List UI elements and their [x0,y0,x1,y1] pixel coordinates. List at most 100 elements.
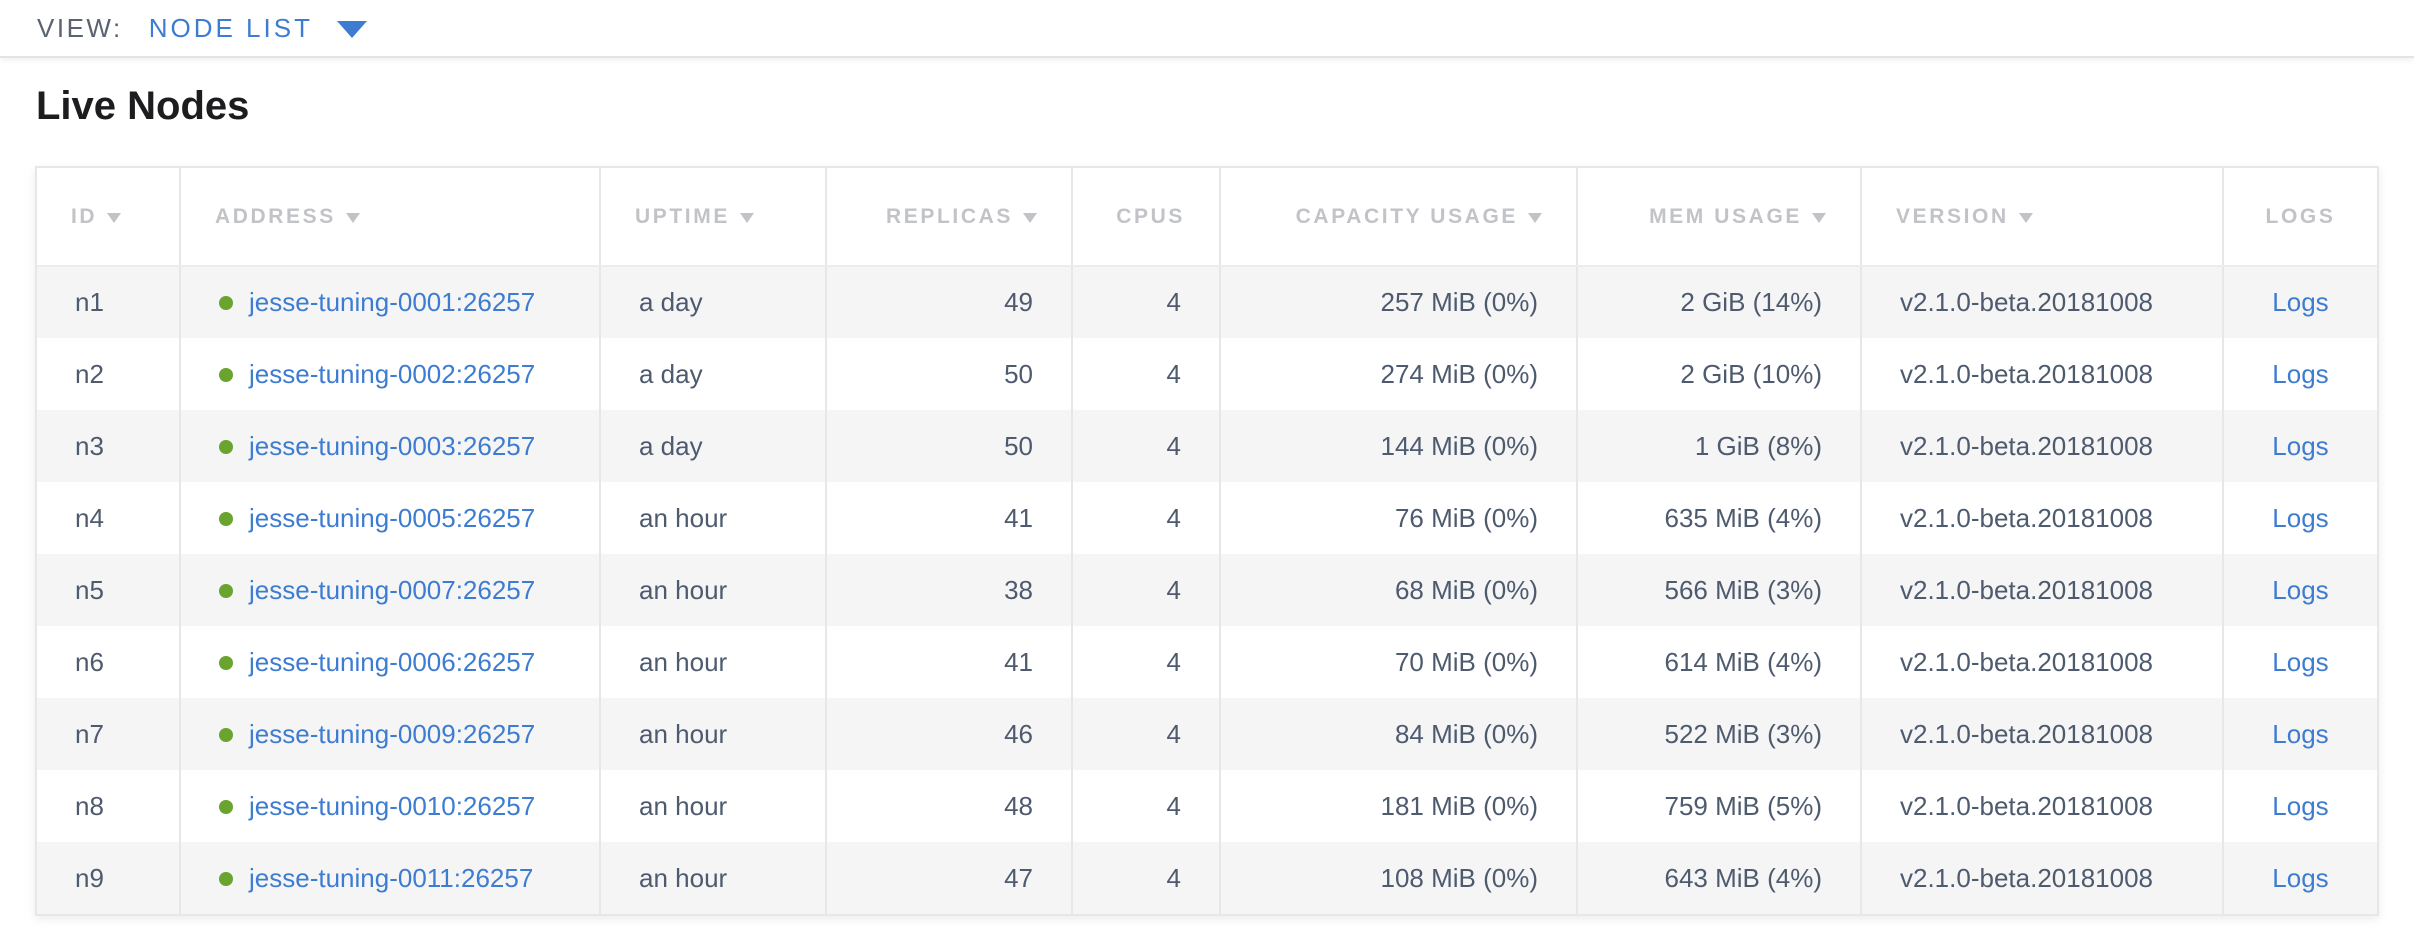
node-address-cell: jesse-tuning-0005:26257 [180,482,600,554]
node-version-cell: v2.1.0-beta.20181008 [1861,338,2223,410]
node-address-link[interactable]: jesse-tuning-0011:26257 [249,863,533,893]
node-address-cell: jesse-tuning-0009:26257 [180,698,600,770]
logs-link[interactable]: Logs [2272,287,2328,317]
node-cpus-cell: 4 [1072,554,1220,626]
node-mem-cell: 2 GiB (10%) [1577,338,1861,410]
logs-link[interactable]: Logs [2272,503,2328,533]
node-status-healthy-icon [219,440,233,454]
column-header-address[interactable]: ADDRESS [180,168,600,266]
node-status-healthy-icon [219,728,233,742]
view-dropdown[interactable]: NODE LIST [149,13,367,44]
node-capacity-cell: 84 MiB (0%) [1220,698,1577,770]
content-area: Live Nodes ID ADDRESS UPTIME REPLICAS CPUS CA… [0,82,2414,916]
node-logs-cell: Logs [2223,698,2377,770]
node-logs-cell: Logs [2223,410,2377,482]
column-header-label: ID [71,205,97,228]
logs-link[interactable]: Logs [2272,719,2328,749]
node-capacity-cell: 257 MiB (0%) [1220,266,1577,338]
logs-link[interactable]: Logs [2272,575,2328,605]
node-address-link[interactable]: jesse-tuning-0009:26257 [249,719,535,749]
table-row: n4jesse-tuning-0005:26257an hour41476 Mi… [37,482,2377,554]
node-status-healthy-icon [219,656,233,670]
node-capacity-cell: 181 MiB (0%) [1220,770,1577,842]
node-replicas-cell: 47 [826,842,1072,914]
column-header-uptime[interactable]: UPTIME [600,168,826,266]
node-status-healthy-icon [219,368,233,382]
live-nodes-table: ID ADDRESS UPTIME REPLICAS CPUS CAPACITY USAG… [35,166,2379,916]
node-address-link[interactable]: jesse-tuning-0006:26257 [249,647,535,677]
sort-caret-icon [1528,213,1542,223]
column-header-version[interactable]: VERSION [1861,168,2223,266]
logs-link[interactable]: Logs [2272,359,2328,389]
node-version-cell: v2.1.0-beta.20181008 [1861,266,2223,338]
view-label: VIEW: [37,13,123,44]
column-header-mem[interactable]: MEM USAGE [1577,168,1861,266]
column-header-label: MEM USAGE [1649,205,1802,228]
node-capacity-cell: 144 MiB (0%) [1220,410,1577,482]
node-cpus-cell: 4 [1072,266,1220,338]
column-header-replicas[interactable]: REPLICAS [826,168,1072,266]
node-mem-cell: 759 MiB (5%) [1577,770,1861,842]
node-id-cell: n6 [37,626,180,698]
node-address-link[interactable]: jesse-tuning-0001:26257 [249,287,535,317]
node-address-link[interactable]: jesse-tuning-0010:26257 [249,791,535,821]
node-address-cell: jesse-tuning-0001:26257 [180,266,600,338]
node-address-link[interactable]: jesse-tuning-0003:26257 [249,431,535,461]
sort-caret-icon [740,213,754,223]
node-status-healthy-icon [219,296,233,310]
node-id-cell: n4 [37,482,180,554]
node-address-cell: jesse-tuning-0003:26257 [180,410,600,482]
node-mem-cell: 2 GiB (14%) [1577,266,1861,338]
node-cpus-cell: 4 [1072,698,1220,770]
node-id-cell: n7 [37,698,180,770]
node-version-cell: v2.1.0-beta.20181008 [1861,770,2223,842]
node-cpus-cell: 4 [1072,338,1220,410]
sort-caret-icon [1812,213,1826,223]
caret-down-icon [337,21,367,38]
node-id-cell: n5 [37,554,180,626]
table-row: n8jesse-tuning-0010:26257an hour484181 M… [37,770,2377,842]
column-header-label: CPUS [1116,205,1185,228]
node-uptime-cell: an hour [600,842,826,914]
node-uptime-cell: a day [600,410,826,482]
table-row: n6jesse-tuning-0006:26257an hour41470 Mi… [37,626,2377,698]
node-logs-cell: Logs [2223,842,2377,914]
column-header-logs: LOGS [2223,168,2377,266]
node-capacity-cell: 68 MiB (0%) [1220,554,1577,626]
logs-link[interactable]: Logs [2272,647,2328,677]
node-version-cell: v2.1.0-beta.20181008 [1861,626,2223,698]
node-version-cell: v2.1.0-beta.20181008 [1861,410,2223,482]
node-cpus-cell: 4 [1072,410,1220,482]
column-header-id[interactable]: ID [37,168,180,266]
column-header-label: VERSION [1896,205,2009,228]
header-row: ID ADDRESS UPTIME REPLICAS CPUS CAPACITY USAG… [37,168,2377,266]
node-cpus-cell: 4 [1072,770,1220,842]
table-row: n5jesse-tuning-0007:26257an hour38468 Mi… [37,554,2377,626]
column-header-label: REPLICAS [886,205,1013,228]
logs-link[interactable]: Logs [2272,791,2328,821]
column-header-capacity[interactable]: CAPACITY USAGE [1220,168,1577,266]
node-mem-cell: 643 MiB (4%) [1577,842,1861,914]
node-uptime-cell: a day [600,266,826,338]
sort-caret-icon [346,213,360,223]
node-replicas-cell: 38 [826,554,1072,626]
node-replicas-cell: 41 [826,626,1072,698]
page-title: Live Nodes [36,82,2414,130]
node-address-link[interactable]: jesse-tuning-0005:26257 [249,503,535,533]
node-capacity-cell: 76 MiB (0%) [1220,482,1577,554]
node-logs-cell: Logs [2223,338,2377,410]
node-id-cell: n8 [37,770,180,842]
table-row: n2jesse-tuning-0002:26257a day504274 MiB… [37,338,2377,410]
node-replicas-cell: 48 [826,770,1072,842]
logs-link[interactable]: Logs [2272,863,2328,893]
column-header-label: UPTIME [635,205,730,228]
node-cpus-cell: 4 [1072,482,1220,554]
sort-caret-icon [107,213,121,223]
node-address-link[interactable]: jesse-tuning-0002:26257 [249,359,535,389]
node-cpus-cell: 4 [1072,626,1220,698]
node-id-cell: n2 [37,338,180,410]
node-version-cell: v2.1.0-beta.20181008 [1861,482,2223,554]
node-address-link[interactable]: jesse-tuning-0007:26257 [249,575,535,605]
logs-link[interactable]: Logs [2272,431,2328,461]
node-capacity-cell: 274 MiB (0%) [1220,338,1577,410]
